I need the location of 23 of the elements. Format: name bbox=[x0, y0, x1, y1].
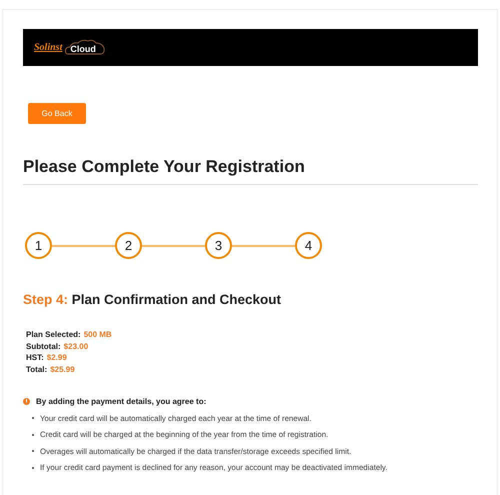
step-connector bbox=[232, 244, 295, 246]
info-icon bbox=[23, 398, 30, 404]
logo-product: Cloud bbox=[70, 42, 96, 54]
agreement-heading: By adding the payment details, you agree to: bbox=[36, 396, 206, 406]
summary-value: $2.99 bbox=[46, 353, 67, 362]
step-connector bbox=[52, 244, 115, 246]
summary-label: Plan Selected: bbox=[26, 330, 81, 339]
summary-value: $23.00 bbox=[64, 342, 88, 350]
go-back-button[interactable]: Go Back bbox=[28, 103, 86, 124]
step-number: 1 bbox=[25, 232, 52, 259]
step-number: 4 bbox=[295, 232, 322, 259]
step-number: 3 bbox=[205, 232, 232, 259]
summary-label: Total: bbox=[26, 364, 48, 374]
cloud-icon bbox=[64, 38, 106, 56]
step-heading: Step 4: Plan Confirmation and Checkout bbox=[23, 292, 282, 307]
page-title: Please Complete Your Registration bbox=[23, 157, 478, 185]
logo-brand: Solinst bbox=[34, 42, 62, 53]
step-connector bbox=[142, 244, 205, 246]
summary-value: 500 MB bbox=[84, 330, 112, 339]
summary-value: $25.99 bbox=[50, 364, 75, 374]
step-number: 2 bbox=[115, 232, 142, 259]
summary-label: HST: bbox=[26, 353, 44, 362]
summary-label: Subtotal: bbox=[26, 342, 61, 350]
